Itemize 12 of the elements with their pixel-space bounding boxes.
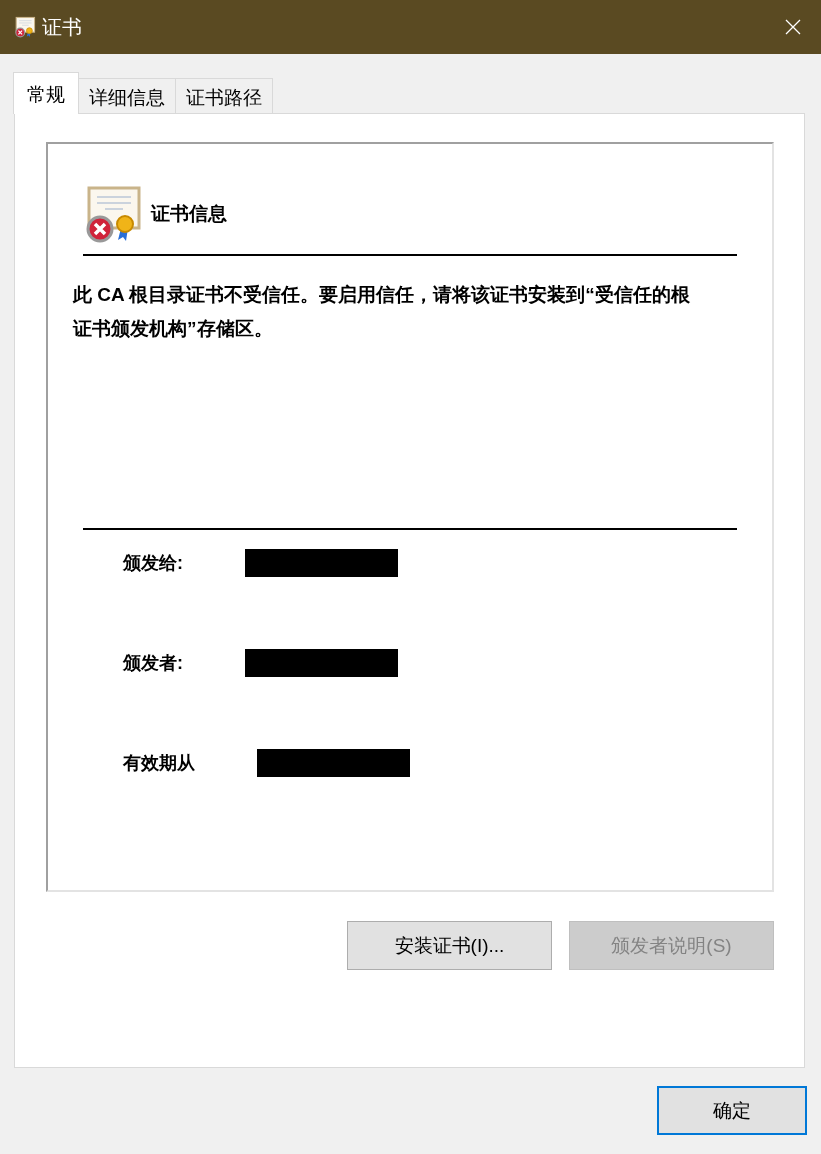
tab[interactable]: 常规 bbox=[13, 72, 79, 114]
ok-button[interactable]: 确定 bbox=[657, 1086, 807, 1135]
field-label: 有效期从 bbox=[123, 752, 195, 775]
trust-message: 此 CA 根目录证书不受信任。要启用信任，请将该证书安装到“受信任的根证书颁发机构”存储区。 bbox=[73, 283, 691, 341]
field-label: 颁发给: bbox=[123, 552, 183, 575]
section-title: 证书信息 bbox=[151, 202, 227, 226]
window-title: 证书 bbox=[42, 14, 82, 40]
certificate-error-icon bbox=[14, 16, 36, 38]
field-label: 颁发者: bbox=[123, 652, 183, 675]
close-icon[interactable] bbox=[785, 19, 801, 35]
tab[interactable]: 证书路径 bbox=[175, 78, 273, 113]
install-certificate-button[interactable]: 安装证书(I)... bbox=[347, 921, 552, 970]
